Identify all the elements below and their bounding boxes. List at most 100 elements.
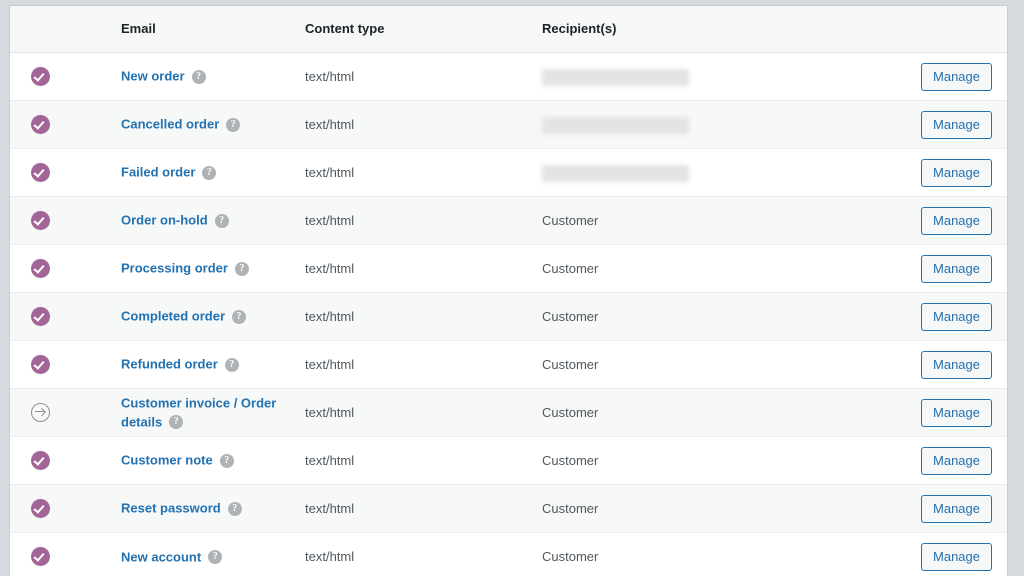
actions-cell: Manage [914, 148, 1007, 197]
check-circle-icon[interactable] [31, 115, 50, 135]
column-header-status[interactable] [10, 6, 65, 54]
table-row: Customer note? text/html Customer Manage [10, 436, 1007, 485]
email-status-cell [10, 148, 65, 197]
table-row: Customer invoice / Order details? text/ht… [10, 388, 1007, 437]
manage-button[interactable]: Manage [921, 494, 992, 523]
manage-button[interactable]: Manage [921, 206, 992, 235]
table-row: Processing order? text/html Customer Manage [10, 244, 1007, 293]
manage-button[interactable]: Manage [921, 302, 992, 331]
help-tip-icon[interactable]: ? [232, 309, 247, 324]
actions-cell: Manage [914, 196, 1007, 245]
redacted-recipient [542, 116, 689, 134]
table-row: Completed order? text/html Customer Manage [10, 292, 1007, 341]
email-name-cell: Reset password? [65, 484, 305, 533]
column-header-content-type[interactable]: Content type [305, 6, 542, 54]
actions-cell: Manage [914, 436, 1007, 485]
email-name-link[interactable]: Customer invoice / Order details [121, 396, 276, 430]
content-type-cell: text/html [305, 100, 542, 149]
actions-cell: Manage [914, 532, 1007, 576]
email-name-cell: Completed order? [65, 292, 305, 341]
email-name-link[interactable]: New account [121, 549, 201, 564]
email-status-cell [10, 292, 65, 341]
check-circle-icon[interactable] [31, 355, 50, 375]
table-body: New order? text/html Manage Cancelled order… [10, 52, 1007, 576]
column-header-actions[interactable] [914, 6, 1007, 54]
email-status-cell [10, 244, 65, 293]
email-status-cell [10, 532, 65, 576]
help-tip-icon[interactable]: ? [227, 501, 242, 516]
help-tip-icon[interactable]: ? [191, 69, 206, 84]
email-name-cell: Refunded order? [65, 340, 305, 389]
actions-cell: Manage [914, 484, 1007, 533]
recipients-cell: Customer [542, 196, 914, 245]
help-tip-icon[interactable]: ? [224, 357, 239, 372]
check-circle-icon[interactable] [31, 499, 50, 519]
manage-button[interactable]: Manage [921, 110, 992, 139]
arrow-circle-right-icon[interactable] [31, 403, 50, 423]
help-tip-icon[interactable]: ? [208, 550, 223, 565]
email-name-cell: New order? [65, 53, 305, 101]
manage-button[interactable]: Manage [921, 62, 992, 91]
check-circle-icon[interactable] [31, 259, 50, 279]
check-circle-icon[interactable] [31, 67, 50, 87]
content-type-cell: text/html [305, 436, 542, 485]
help-tip-icon[interactable]: ? [202, 165, 217, 180]
email-name-link[interactable]: New order [121, 69, 185, 84]
manage-button[interactable]: Manage [921, 542, 992, 571]
recipients-cell [542, 148, 914, 197]
help-tip-icon[interactable]: ? [226, 117, 241, 132]
check-circle-icon[interactable] [31, 307, 50, 327]
content-type-cell: text/html [305, 292, 542, 341]
email-name-link[interactable]: Customer note [121, 453, 213, 468]
actions-cell: Manage [914, 244, 1007, 293]
email-name-cell: Processing order? [65, 244, 305, 293]
email-name-cell: Order on-hold? [65, 196, 305, 245]
table-row: Refunded order? text/html Customer Manage [10, 340, 1007, 389]
email-status-cell [10, 340, 65, 389]
check-circle-icon[interactable] [31, 163, 50, 183]
email-status-cell [10, 484, 65, 533]
email-name-link[interactable]: Order on-hold [121, 213, 208, 228]
email-name-link[interactable]: Refunded order [121, 357, 218, 372]
table-row: New order? text/html Manage [10, 52, 1007, 101]
actions-cell: Manage [914, 388, 1007, 437]
email-settings-table: Email Content type Recipient(s) New orde… [10, 6, 1007, 576]
content-type-cell: text/html [305, 340, 542, 389]
email-name-link[interactable]: Reset password [121, 501, 221, 516]
table-header-row: Email Content type Recipient(s) [10, 6, 1007, 54]
email-status-cell [10, 388, 65, 437]
manage-button[interactable]: Manage [921, 446, 992, 475]
column-header-email[interactable]: Email [65, 6, 305, 54]
email-name-cell: Failed order? [65, 148, 305, 197]
email-status-cell [10, 100, 65, 149]
check-circle-icon[interactable] [31, 451, 50, 471]
table-row: New account? text/html Customer Manage [10, 532, 1007, 576]
email-name-link[interactable]: Completed order [121, 309, 225, 324]
email-settings-panel: Email Content type Recipient(s) New orde… [9, 5, 1008, 576]
redacted-recipient [542, 68, 689, 86]
manage-button[interactable]: Manage [921, 398, 992, 427]
actions-cell: Manage [914, 292, 1007, 341]
check-circle-icon[interactable] [31, 211, 50, 231]
manage-button[interactable]: Manage [921, 350, 992, 379]
email-name-link[interactable]: Cancelled order [121, 117, 219, 132]
check-circle-icon[interactable] [31, 547, 50, 567]
actions-cell: Manage [914, 340, 1007, 389]
table-row: Order on-hold? text/html Customer Manage [10, 196, 1007, 245]
recipients-cell: Customer [542, 436, 914, 485]
page-root: Email Content type Recipient(s) New orde… [0, 0, 1024, 576]
email-name-link[interactable]: Processing order [121, 261, 228, 276]
recipients-cell: Customer [542, 388, 914, 437]
manage-button[interactable]: Manage [921, 254, 992, 283]
manage-button[interactable]: Manage [921, 158, 992, 187]
redacted-recipient [542, 164, 689, 182]
help-tip-icon[interactable]: ? [234, 261, 249, 276]
column-header-recipients[interactable]: Recipient(s) [542, 6, 914, 54]
email-name-link[interactable]: Failed order [121, 165, 195, 180]
content-type-cell: text/html [305, 532, 542, 576]
help-tip-icon[interactable]: ? [219, 453, 234, 468]
help-tip-icon[interactable]: ? [214, 213, 229, 228]
recipients-cell: Customer [542, 244, 914, 293]
help-tip-icon[interactable]: ? [169, 415, 184, 430]
table-row: Reset password? text/html Customer Manage [10, 484, 1007, 533]
